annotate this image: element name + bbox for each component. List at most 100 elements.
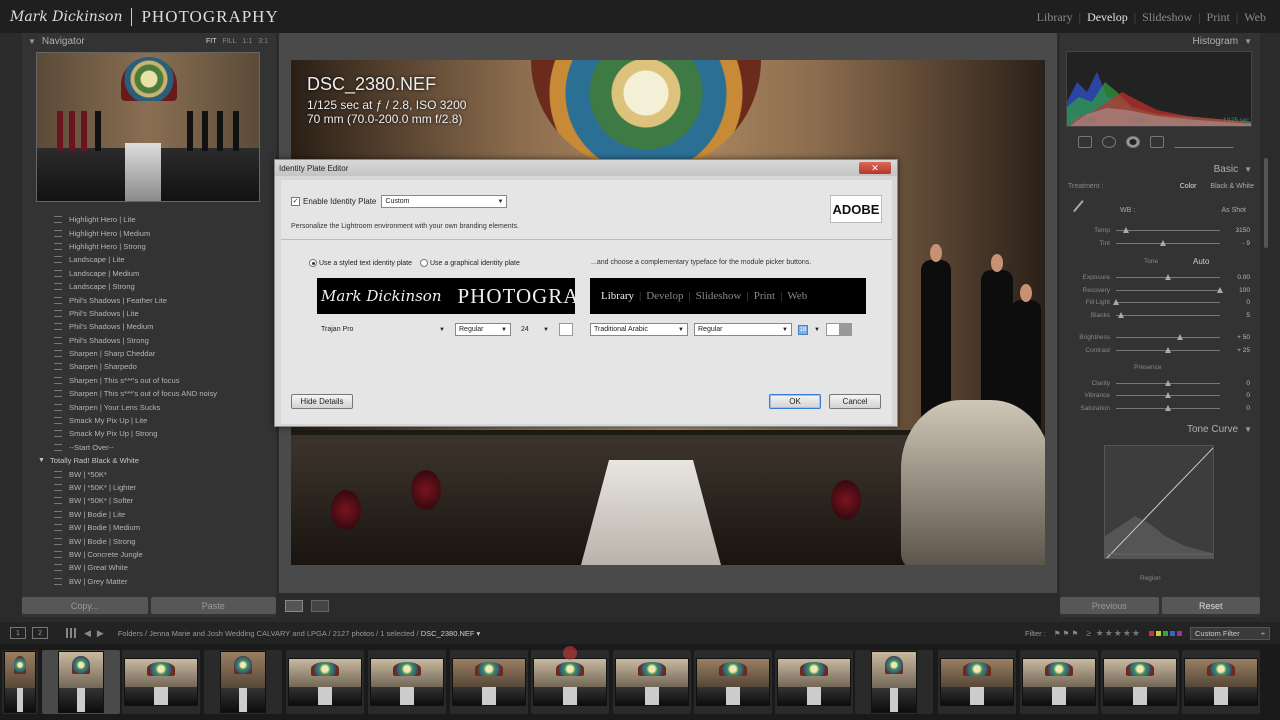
slider-value[interactable]: + 50 [1220, 334, 1250, 341]
zoom-1-1[interactable]: 1:1 [243, 38, 253, 45]
slider-recovery[interactable]: Recovery 100 [1068, 285, 1254, 295]
window-2-button[interactable]: 2 [32, 627, 48, 639]
preset-item[interactable]: Phil's Shadows | Medium [22, 320, 276, 333]
tone-auto-button[interactable]: Auto [1193, 257, 1209, 266]
preset-item[interactable]: BW | Concrete Jungle [22, 548, 276, 561]
slider-track[interactable] [1116, 404, 1220, 411]
flag-filter-icons[interactable]: ⚑ ⚑ ⚑ [1054, 629, 1078, 638]
filmstrip-thumbnail[interactable] [1020, 650, 1098, 714]
close-icon[interactable]: ✕ [859, 162, 891, 174]
filmstrip-thumbnail[interactable] [613, 650, 691, 714]
preset-item[interactable]: Highlight Hero | Strong [22, 240, 276, 253]
module-print[interactable]: Print [1201, 10, 1236, 25]
slider-knob[interactable] [1165, 273, 1171, 280]
preset-item[interactable]: Sharpen | Your Lens Sucks [22, 400, 276, 413]
preset-item[interactable]: BW | Bodie | Strong [22, 534, 276, 547]
color-yellow[interactable] [1156, 630, 1161, 636]
navigator-preview[interactable] [36, 52, 260, 202]
slider-track[interactable] [1116, 286, 1223, 293]
slider-track[interactable] [1116, 379, 1220, 386]
histogram-header[interactable]: Histogram ▼ [1060, 33, 1260, 49]
slider-vibrance[interactable]: Vibrance 0 [1068, 390, 1254, 400]
preset-item[interactable]: Sharpen | Sharpedo [22, 360, 276, 373]
navigator-header[interactable]: ▼ Navigator FIT FILL 1:1 3:1 [22, 33, 276, 49]
slider-value[interactable]: 100 [1220, 287, 1250, 294]
slider-fill-light[interactable]: Fill Light 0 [1068, 297, 1254, 307]
module-color-swatches[interactable] [825, 323, 852, 336]
slider-brightness[interactable]: Brightness + 50 [1068, 332, 1254, 342]
preset-item[interactable]: Landscape | Medium [22, 267, 276, 280]
preset-item[interactable]: Sharpen | This s***'s out of focus AND n… [22, 387, 276, 400]
slider-temp[interactable]: Temp 3150 [1068, 225, 1254, 235]
slider-value[interactable]: 0 [1220, 380, 1250, 387]
graduated-filter-icon[interactable] [1150, 136, 1164, 148]
slider-blacks[interactable]: Blacks 5 [1068, 310, 1254, 320]
slider-knob[interactable] [1118, 311, 1125, 318]
filmstrip-thumbnail[interactable] [694, 650, 772, 714]
star-rating-filter[interactable]: ≥ ★★★★★ [1086, 628, 1141, 639]
slider-track[interactable] [1116, 333, 1220, 340]
dialog-title[interactable]: Identity Plate Editor [275, 160, 897, 176]
red-eye-icon[interactable] [1126, 136, 1140, 148]
tone-curve-graph[interactable] [1104, 445, 1214, 559]
preset-item[interactable]: --Start Over-- [22, 441, 276, 454]
slider-exposure[interactable]: Exposure 0.00 [1068, 272, 1254, 282]
module-font-select[interactable]: Traditional Arabic ▼ [590, 323, 688, 336]
filmstrip-thumbnail[interactable] [1182, 650, 1260, 714]
treatment-color[interactable]: Color [1180, 183, 1197, 190]
preset-item[interactable]: BW | *50K* | Softer [22, 494, 276, 507]
tone-curve-header[interactable]: Tone Curve ▼ [1060, 421, 1260, 437]
hide-details-button[interactable]: Hide Details [291, 394, 353, 409]
slider-value[interactable]: 0 [1220, 299, 1250, 306]
zoom-3-1[interactable]: 3:1 [258, 38, 268, 45]
slider-knob[interactable] [1217, 286, 1223, 293]
color-label-filter[interactable] [1149, 630, 1182, 636]
filmstrip-thumbnail[interactable] [450, 650, 528, 714]
wb-value[interactable]: As Shot [1221, 207, 1254, 214]
paste-button[interactable]: Paste [150, 597, 276, 614]
filmstrip-thumbnail[interactable] [938, 650, 1016, 714]
slider-knob[interactable] [1165, 379, 1171, 386]
module-develop[interactable]: Develop [1081, 10, 1134, 25]
plate-color-swatch[interactable] [559, 323, 573, 336]
brush-slider-icon[interactable] [1174, 136, 1234, 148]
plate-font-select[interactable]: Trajan Pro ▼ [317, 323, 449, 336]
source-breadcrumb[interactable]: Folders / Jenna Marie and Josh Wedding C… [118, 629, 480, 638]
preset-folder[interactable]: ▼ Totally Rad! Black & White [22, 454, 276, 467]
slider-value[interactable]: 3150 [1220, 227, 1250, 234]
grid-view-icon[interactable] [66, 628, 76, 638]
slider-value[interactable]: 0 [1220, 405, 1250, 412]
module-size-select[interactable]: 18 [798, 324, 808, 335]
zoom-fill[interactable]: FILL [223, 38, 237, 45]
filmstrip-thumbnail[interactable] [122, 650, 200, 714]
identity-plate-preview[interactable]: Mark Dickinson PHOTOGRAPHY [317, 278, 575, 314]
preset-item[interactable]: BW | Grey Matter [22, 575, 276, 588]
collapse-triangle-icon[interactable]: ▼ [1244, 425, 1252, 434]
slider-track[interactable] [1116, 273, 1220, 280]
ok-button[interactable]: OK [769, 394, 821, 409]
zoom-fit[interactable]: FIT [206, 38, 217, 45]
preset-item[interactable]: Sharpen | This s***'s out of focus [22, 374, 276, 387]
slider-contrast[interactable]: Contrast + 25 [1068, 345, 1254, 355]
collapse-triangle-icon[interactable]: ▼ [28, 37, 36, 46]
radio-styled-text[interactable] [309, 259, 317, 267]
preset-item[interactable]: Sharpen | Sharp Cheddar [22, 347, 276, 360]
slider-value[interactable]: - 9 [1220, 240, 1250, 247]
filmstrip-thumbnail[interactable] [2, 650, 38, 714]
crop-tool-icon[interactable] [1078, 136, 1092, 148]
previous-button[interactable]: Previous [1060, 597, 1159, 614]
slider-value[interactable]: + 25 [1220, 347, 1250, 354]
identity-plate[interactable]: Mark Dickinson PHOTOGRAPHY [10, 4, 279, 30]
filmstrip-thumbnail[interactable] [286, 650, 364, 714]
collapse-triangle-icon[interactable]: ▼ [1244, 165, 1252, 174]
nav-arrows-icon[interactable]: ◀▶ [84, 628, 110, 639]
graphical-option[interactable]: Use a graphical identity plate [420, 259, 520, 267]
spot-removal-icon[interactable] [1102, 136, 1116, 148]
slider-track[interactable] [1116, 391, 1220, 398]
module-style-select[interactable]: Regular ▼ [694, 323, 792, 336]
color-red[interactable] [1149, 630, 1154, 636]
preset-item[interactable]: Smack My Pix Up | Lite [22, 414, 276, 427]
before-after-button[interactable] [311, 600, 329, 612]
basic-header[interactable]: Basic ▼ [1060, 161, 1260, 177]
plate-style-select[interactable]: Regular ▼ [455, 323, 511, 336]
